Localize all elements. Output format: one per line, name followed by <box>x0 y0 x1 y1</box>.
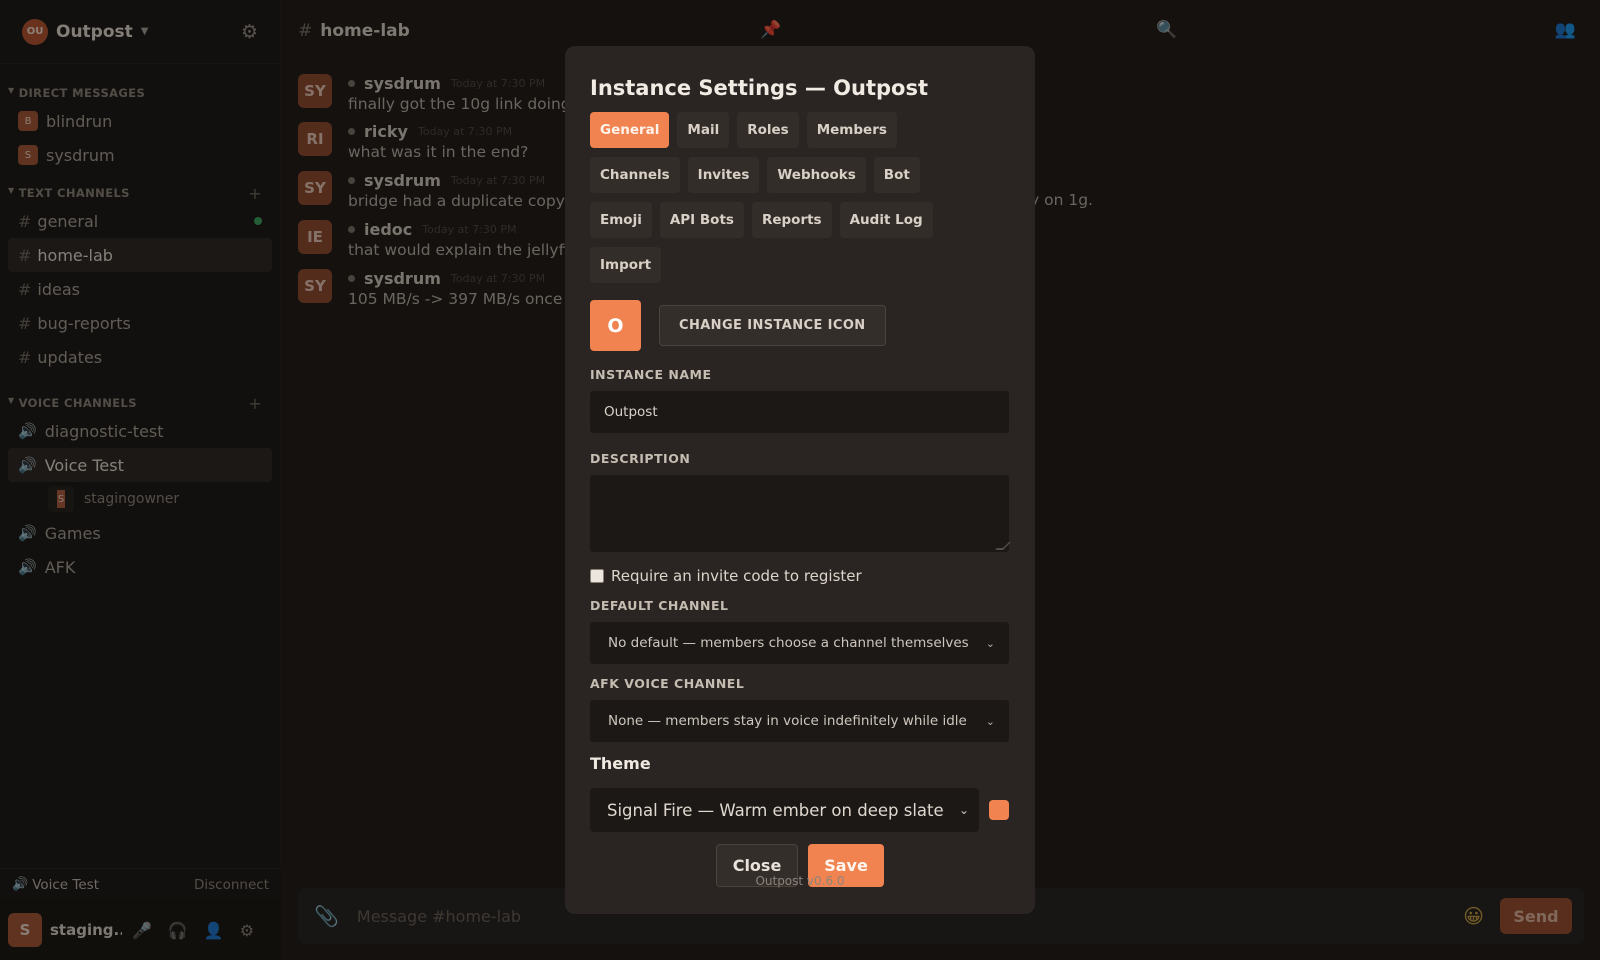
tab-api-bots[interactable]: API Bots <box>659 202 744 238</box>
instance-settings-modal: Instance Settings — Outpost General Mail… <box>565 46 1035 914</box>
tab-invites[interactable]: Invites <box>687 157 760 193</box>
modal-title: Instance Settings — Outpost <box>590 76 929 100</box>
afk-channel-select[interactable]: None — members stay in voice indefinitel… <box>590 700 1009 742</box>
theme-color-swatch[interactable] <box>989 800 1009 820</box>
tab-mail[interactable]: Mail <box>677 112 730 148</box>
description-label: DESCRIPTION <box>590 451 691 466</box>
tab-emoji[interactable]: Emoji <box>590 202 652 238</box>
resize-handle-icon[interactable] <box>995 542 1011 550</box>
version-label: Outpost v0.6.0 <box>755 874 845 888</box>
invite-required-checkbox[interactable] <box>590 569 604 583</box>
tab-channels[interactable]: Channels <box>590 157 680 193</box>
tab-audit-log[interactable]: Audit Log <box>839 202 933 238</box>
tab-roles[interactable]: Roles <box>737 112 799 148</box>
description-textarea[interactable] <box>590 475 1011 552</box>
tab-reports[interactable]: Reports <box>751 202 832 238</box>
afk-channel-value: None — members stay in voice indefinitel… <box>608 713 967 729</box>
theme-select[interactable]: Signal Fire — Warm ember on deep slate ⌄ <box>590 788 979 832</box>
change-instance-icon-button[interactable]: CHANGE INSTANCE ICON <box>659 305 886 346</box>
default-channel-label: DEFAULT CHANNEL <box>590 598 729 613</box>
tab-import[interactable]: Import <box>590 247 662 283</box>
theme-value: Signal Fire — Warm ember on deep slate <box>607 800 944 820</box>
tab-general[interactable]: General <box>590 112 670 148</box>
tab-webhooks[interactable]: Webhooks <box>767 157 866 193</box>
tab-bot[interactable]: Bot <box>873 157 920 193</box>
chevron-down-icon: ⌄ <box>985 714 995 728</box>
instance-name-input[interactable]: Outpost <box>590 391 1009 433</box>
chevron-down-icon: ⌄ <box>958 803 969 817</box>
instance-name-label: INSTANCE NAME <box>590 367 712 382</box>
default-channel-value: No default — members choose a channel th… <box>608 635 969 651</box>
invite-required-label[interactable]: Require an invite code to register <box>611 567 862 585</box>
theme-heading: Theme <box>590 754 651 773</box>
tab-members[interactable]: Members <box>806 112 897 148</box>
invite-required-row[interactable]: Require an invite code to register <box>590 566 1010 586</box>
settings-tabs: General Mail Roles Members Channels Invi… <box>590 112 990 292</box>
chevron-down-icon: ⌄ <box>985 636 995 650</box>
afk-channel-label: AFK VOICE CHANNEL <box>590 676 745 691</box>
instance-icon: O <box>590 300 641 351</box>
default-channel-select[interactable]: No default — members choose a channel th… <box>590 622 1009 664</box>
